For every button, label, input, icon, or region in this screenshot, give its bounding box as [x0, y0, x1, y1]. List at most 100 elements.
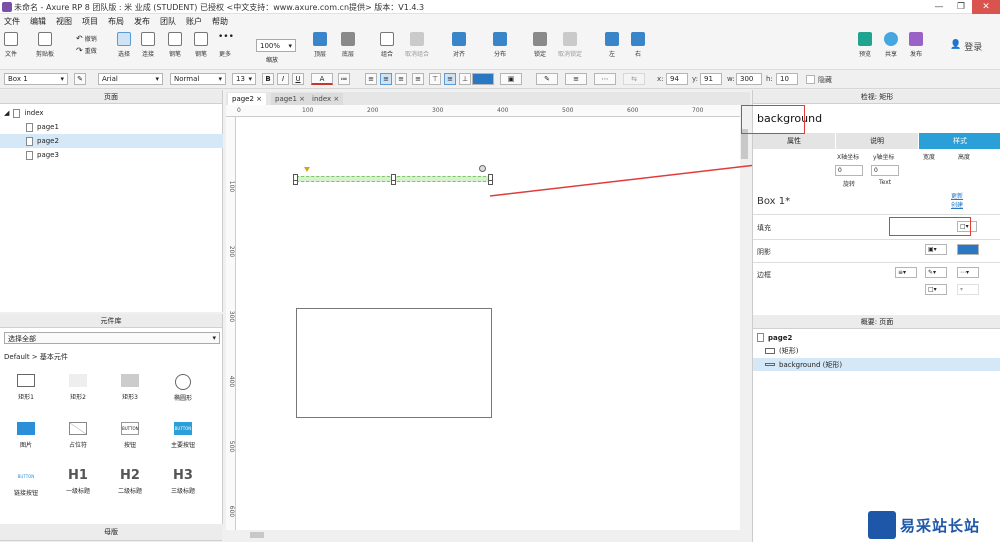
font-size-select[interactable]: 13 ▾	[232, 73, 256, 85]
box-widget[interactable]	[296, 308, 492, 418]
publish-button[interactable]: 发布	[909, 32, 923, 58]
minimize-button[interactable]: —	[928, 0, 950, 14]
valign-top-icon[interactable]: ⊤	[429, 73, 441, 85]
select-button[interactable]: 选择	[117, 32, 131, 58]
line-style-button[interactable]: ⋯	[594, 73, 616, 85]
border-style-picker[interactable]: ⋯▾	[957, 267, 979, 278]
outer-shadow-picker[interactable]: ▣▾	[925, 244, 947, 255]
group-button[interactable]: 组合	[380, 32, 394, 58]
widget-name-select[interactable]: Box 1 ▾	[4, 73, 68, 85]
arrow-picker[interactable]: ▾	[957, 284, 979, 295]
menu-arrange[interactable]: 布局	[108, 16, 124, 27]
border-visibility-picker[interactable]: □▾	[925, 284, 947, 295]
menu-team[interactable]: 团队	[160, 16, 176, 27]
zoom-select[interactable]: 100% ▾	[256, 39, 296, 52]
border-color-picker[interactable]: ✎▾	[925, 267, 947, 278]
distribute-button[interactable]: 分布	[493, 32, 507, 58]
design-canvas[interactable]	[236, 117, 740, 530]
bullet-icon[interactable]: ≔	[338, 73, 350, 85]
menu-project[interactable]: 项目	[82, 16, 98, 27]
widget-placeholder[interactable]: 占位符	[58, 422, 98, 449]
widget-image[interactable]: 图片	[6, 422, 46, 449]
tab-notes[interactable]: 说明	[836, 133, 918, 149]
underline-button[interactable]: U	[292, 73, 304, 85]
create-style-link[interactable]: 创建	[951, 200, 963, 209]
widget-h3[interactable]: H3 三级标题	[163, 468, 203, 495]
left-button[interactable]: 左	[605, 32, 619, 58]
pen-button[interactable]: 钢笔	[168, 32, 182, 58]
library-select[interactable]: 选择全部 ▾	[4, 332, 220, 344]
hidden-checkbox[interactable]	[806, 75, 815, 84]
outline-item-background[interactable]: background (矩形)	[753, 358, 1000, 371]
close-button[interactable]: ✕	[972, 0, 1000, 14]
y-input[interactable]: 91	[700, 73, 722, 85]
align-button[interactable]: 对齐	[452, 32, 466, 58]
valign-middle-icon[interactable]: ≡	[444, 73, 456, 85]
widget-h1[interactable]: H1 一级标题	[58, 468, 98, 495]
outline-page[interactable]: page2	[753, 331, 1000, 344]
page-item-index[interactable]: ◢ index	[0, 106, 223, 120]
widget-rect1[interactable]: 矩形1	[6, 374, 46, 401]
close-icon[interactable]: ×	[299, 95, 305, 103]
send-bottom-button[interactable]: 底层	[341, 32, 355, 58]
widget-button[interactable]: BUTTON 按钮	[110, 422, 150, 449]
file-button[interactable]: 文件	[4, 32, 18, 58]
align-right-icon[interactable]: ≡	[395, 73, 407, 85]
widget-h2[interactable]: H2 二级标题	[110, 468, 150, 495]
menu-help[interactable]: 帮助	[212, 16, 228, 27]
font-style-select[interactable]: Normal ▾	[170, 73, 226, 85]
border-width-picker[interactable]: ≡▾	[895, 267, 917, 278]
preview-button[interactable]: 预览	[858, 32, 872, 58]
tab-index[interactable]: index ×	[308, 93, 344, 105]
page-item-page1[interactable]: page1	[0, 120, 223, 134]
page-item-page3[interactable]: page3	[0, 148, 223, 162]
lock-button[interactable]: 锁定	[533, 32, 547, 58]
style-painter-icon[interactable]: ✎	[74, 73, 86, 85]
tab-style[interactable]: 样式	[919, 133, 1000, 149]
unlock-button[interactable]: 取消锁定	[558, 32, 582, 58]
shadow-button[interactable]: ▣	[500, 73, 522, 85]
undo-button[interactable]: ↶ 撤销	[76, 34, 97, 43]
widget-rect3[interactable]: 矩形3	[110, 374, 150, 401]
tab-properties[interactable]: 属性	[753, 133, 835, 149]
inner-shadow-picker[interactable]	[957, 244, 979, 255]
close-icon[interactable]: ×	[333, 95, 339, 103]
corner-radius-handle-icon[interactable]	[304, 167, 310, 172]
bold-button[interactable]: B	[262, 73, 274, 85]
update-style-link[interactable]: 更新	[951, 191, 963, 200]
horizontal-scrollbar[interactable]	[236, 530, 740, 540]
x-input[interactable]: 94	[666, 73, 688, 85]
menu-file[interactable]: 文件	[4, 16, 20, 27]
pen2-button[interactable]: 钢笔	[194, 32, 208, 58]
bring-top-button[interactable]: 顶层	[313, 32, 327, 58]
align-left-icon[interactable]: ≡	[365, 73, 377, 85]
more-button[interactable]: ••• 更多	[218, 32, 234, 58]
rotation-handle-icon[interactable]	[479, 165, 486, 172]
vertical-scrollbar[interactable]	[740, 117, 749, 530]
widget-primary-button[interactable]: BUTTON 主要按钮	[163, 422, 203, 449]
justify-icon[interactable]: ≡	[412, 73, 424, 85]
widget-link-button[interactable]: BUTTON 链接按钮	[6, 470, 46, 497]
menu-view[interactable]: 视图	[56, 16, 72, 27]
italic-button[interactable]: I	[277, 73, 289, 85]
align-center-icon[interactable]: ≡	[380, 73, 392, 85]
right-button[interactable]: 右	[631, 32, 645, 58]
connect-button[interactable]: 连接	[141, 32, 155, 58]
resize-handle[interactable]	[293, 180, 298, 185]
font-color-button[interactable]: A	[311, 73, 333, 85]
menu-account[interactable]: 账户	[186, 16, 202, 27]
resize-handle[interactable]	[391, 180, 396, 185]
h-input[interactable]: 10	[776, 73, 798, 85]
line-width-button[interactable]: ≡	[565, 73, 587, 85]
arrow-style-button[interactable]: ⇆	[623, 73, 645, 85]
tab-page2[interactable]: page2 ×	[228, 93, 267, 105]
share-button[interactable]: 共享	[884, 32, 898, 58]
font-family-select[interactable]: Arial ▾	[98, 73, 163, 85]
ungroup-button[interactable]: 取消组合	[405, 32, 429, 58]
redo-button[interactable]: ↷ 重做	[76, 46, 97, 55]
page-item-page2[interactable]: page2	[0, 134, 223, 148]
clipboard-button[interactable]: 剪贴板	[36, 32, 54, 58]
text-rotate-input[interactable]: 0	[871, 165, 899, 176]
rotate-input[interactable]: 0	[835, 165, 863, 176]
close-icon[interactable]: ×	[256, 95, 262, 103]
